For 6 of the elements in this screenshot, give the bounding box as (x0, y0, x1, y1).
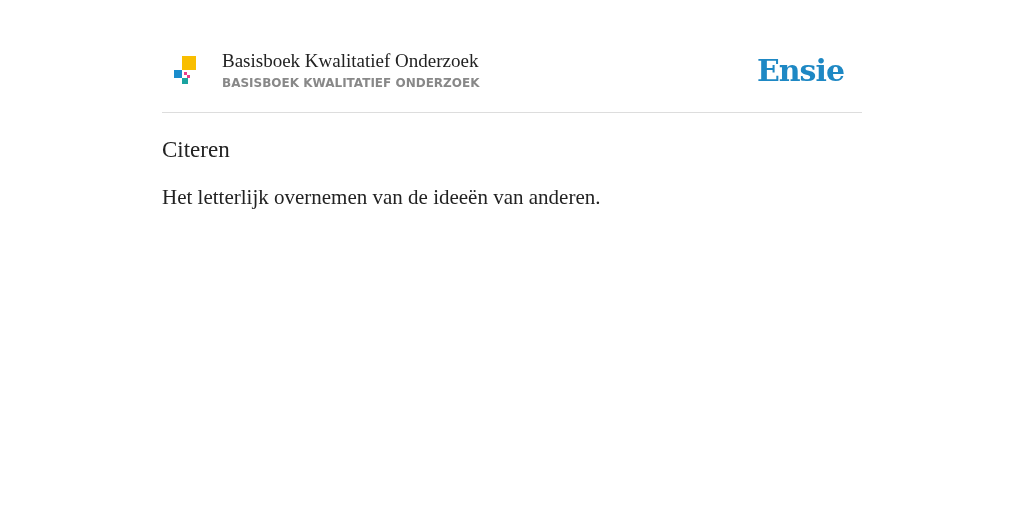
definition-text: Het letterlijk overnemen van de ideeën van anderen. (162, 185, 602, 210)
logo-icon (172, 56, 196, 84)
term-heading: Citeren (162, 137, 231, 163)
brand-logo[interactable]: Ensie (756, 52, 844, 88)
book-subtitle: BASISBOEK KWALITATIEF ONDERZOEK (222, 76, 481, 90)
book-title: Basisboek Kwalitatief Onderzoek (222, 50, 480, 72)
